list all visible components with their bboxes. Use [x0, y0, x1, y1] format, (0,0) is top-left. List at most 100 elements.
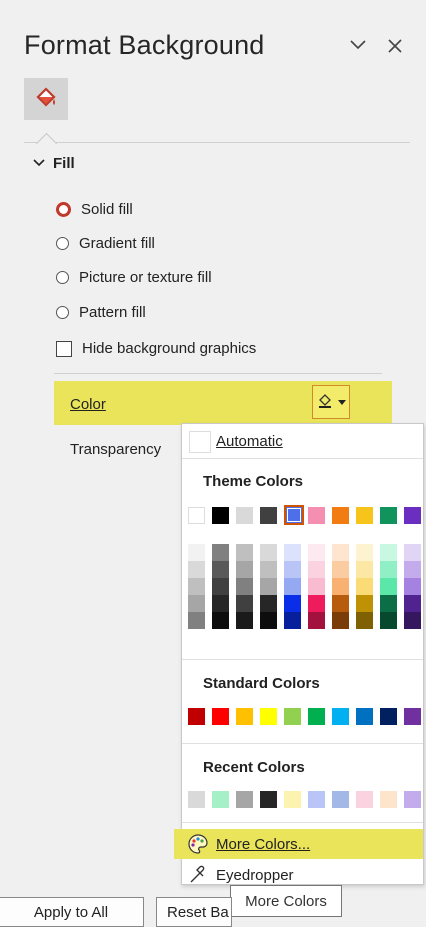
recent-color-swatch[interactable]: [236, 791, 253, 808]
theme-shade-swatch[interactable]: [188, 612, 205, 629]
automatic-option[interactable]: Automatic: [182, 426, 423, 456]
recent-color-swatch[interactable]: [260, 791, 277, 808]
theme-shade-swatch[interactable]: [356, 544, 373, 561]
theme-shade-swatch[interactable]: [188, 561, 205, 578]
fill-section-label: Fill: [53, 155, 75, 172]
theme-shade-swatch[interactable]: [284, 595, 301, 612]
theme-shade-swatch[interactable]: [236, 595, 253, 612]
theme-color-swatch[interactable]: [236, 507, 253, 524]
theme-shade-swatch[interactable]: [404, 612, 421, 629]
recent-color-swatch[interactable]: [404, 791, 421, 808]
theme-shade-swatch[interactable]: [284, 544, 301, 561]
theme-shade-swatch[interactable]: [260, 544, 277, 561]
theme-color-swatch[interactable]: [260, 507, 277, 524]
standard-color-swatch[interactable]: [212, 708, 229, 725]
more-colors-option[interactable]: More Colors...: [174, 829, 423, 859]
theme-shade-swatch[interactable]: [356, 561, 373, 578]
standard-color-swatch[interactable]: [236, 708, 253, 725]
theme-shade-swatch[interactable]: [188, 578, 205, 595]
solid-fill-option[interactable]: Solid fill: [56, 201, 133, 218]
fill-tab[interactable]: [24, 78, 68, 120]
theme-shade-swatch[interactable]: [404, 561, 421, 578]
theme-shade-swatch[interactable]: [188, 595, 205, 612]
solid-fill-radio[interactable]: [56, 202, 71, 217]
hide-bg-checkbox[interactable]: [56, 340, 72, 357]
theme-shade-swatch[interactable]: [332, 544, 349, 561]
theme-shade-swatch[interactable]: [380, 544, 397, 561]
theme-color-swatch[interactable]: [212, 507, 229, 524]
theme-shade-swatch[interactable]: [380, 595, 397, 612]
theme-shade-swatch[interactable]: [260, 561, 277, 578]
theme-shade-swatch[interactable]: [212, 595, 229, 612]
standard-color-swatch[interactable]: [188, 708, 205, 725]
recent-color-swatch[interactable]: [308, 791, 325, 808]
theme-shade-swatch[interactable]: [380, 561, 397, 578]
color-picker-button[interactable]: [312, 385, 350, 419]
reset-background-button[interactable]: Reset Ba: [156, 897, 232, 927]
recent-color-swatch[interactable]: [380, 791, 397, 808]
standard-color-swatch[interactable]: [260, 708, 277, 725]
theme-shade-swatch[interactable]: [236, 578, 253, 595]
theme-color-swatch[interactable]: [188, 507, 205, 524]
standard-color-swatch[interactable]: [356, 708, 373, 725]
recent-color-swatch[interactable]: [332, 791, 349, 808]
theme-shade-swatch[interactable]: [212, 561, 229, 578]
theme-shade-swatch[interactable]: [332, 612, 349, 629]
fill-section-header[interactable]: Fill: [33, 155, 75, 172]
theme-shade-swatch[interactable]: [380, 578, 397, 595]
recent-color-swatch[interactable]: [356, 791, 373, 808]
theme-shade-swatch[interactable]: [260, 578, 277, 595]
theme-shade-swatch[interactable]: [212, 544, 229, 561]
theme-shade-swatch[interactable]: [332, 578, 349, 595]
pattern-fill-radio[interactable]: [56, 306, 69, 319]
picture-fill-option[interactable]: Picture or texture fill: [56, 269, 212, 286]
picture-fill-radio[interactable]: [56, 271, 69, 284]
theme-shade-swatch[interactable]: [212, 612, 229, 629]
theme-shade-swatch[interactable]: [356, 595, 373, 612]
theme-shade-swatch[interactable]: [356, 612, 373, 629]
gradient-fill-option[interactable]: Gradient fill: [56, 235, 155, 252]
theme-shade-swatch[interactable]: [308, 612, 325, 629]
theme-shade-swatch[interactable]: [308, 544, 325, 561]
recent-color-swatch[interactable]: [188, 791, 205, 808]
theme-shade-swatch[interactable]: [308, 561, 325, 578]
theme-shade-swatch[interactable]: [260, 595, 277, 612]
apply-to-all-button[interactable]: Apply to All: [0, 897, 144, 927]
theme-shade-swatch[interactable]: [308, 578, 325, 595]
theme-shade-swatch[interactable]: [404, 544, 421, 561]
theme-shade-swatch[interactable]: [284, 612, 301, 629]
theme-shade-swatch[interactable]: [236, 612, 253, 629]
standard-color-swatch[interactable]: [284, 708, 301, 725]
theme-shade-swatch[interactable]: [332, 595, 349, 612]
standard-color-swatch[interactable]: [308, 708, 325, 725]
theme-color-swatch[interactable]: [284, 505, 304, 525]
chevron-down-icon[interactable]: [348, 34, 368, 60]
theme-color-swatch[interactable]: [404, 507, 421, 524]
pattern-fill-option[interactable]: Pattern fill: [56, 304, 146, 321]
recent-color-swatch[interactable]: [212, 791, 229, 808]
theme-color-swatch[interactable]: [356, 507, 373, 524]
theme-shade-swatch[interactable]: [404, 578, 421, 595]
theme-color-swatch[interactable]: [332, 507, 349, 524]
hide-bg-option[interactable]: Hide background graphics: [56, 340, 256, 357]
theme-shade-swatch[interactable]: [284, 561, 301, 578]
theme-shade-swatch[interactable]: [356, 578, 373, 595]
standard-color-swatch[interactable]: [332, 708, 349, 725]
theme-shade-swatch[interactable]: [188, 544, 205, 561]
standard-color-swatch[interactable]: [380, 708, 397, 725]
theme-shade-swatch[interactable]: [260, 612, 277, 629]
gradient-fill-radio[interactable]: [56, 237, 69, 250]
close-icon[interactable]: [386, 35, 404, 61]
theme-color-swatch[interactable]: [380, 507, 397, 524]
theme-shade-swatch[interactable]: [308, 595, 325, 612]
theme-shade-swatch[interactable]: [404, 595, 421, 612]
theme-shade-swatch[interactable]: [284, 578, 301, 595]
recent-color-swatch[interactable]: [284, 791, 301, 808]
theme-shade-swatch[interactable]: [212, 578, 229, 595]
theme-color-swatch[interactable]: [308, 507, 325, 524]
theme-shade-swatch[interactable]: [236, 561, 253, 578]
standard-color-swatch[interactable]: [404, 708, 421, 725]
theme-shade-swatch[interactable]: [332, 561, 349, 578]
theme-shade-swatch[interactable]: [236, 544, 253, 561]
theme-shade-swatch[interactable]: [380, 612, 397, 629]
